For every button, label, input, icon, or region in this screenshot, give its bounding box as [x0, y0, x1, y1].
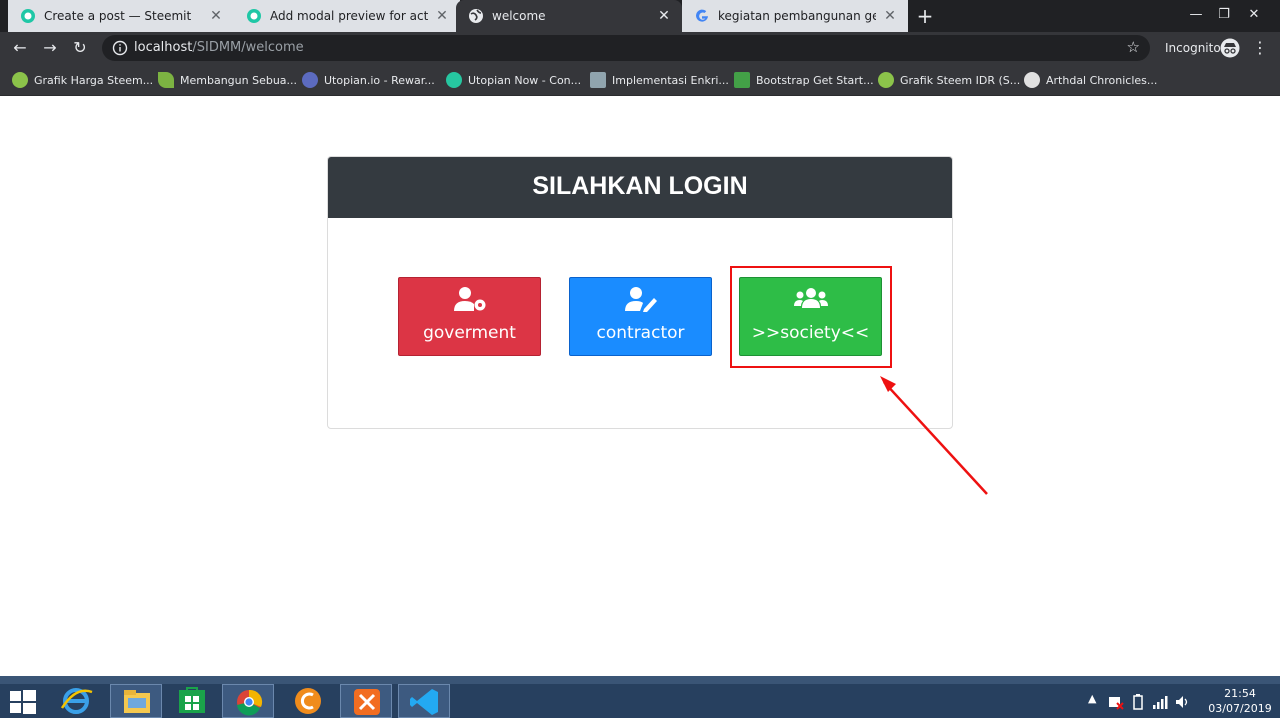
- utopian-now-icon: [446, 72, 462, 88]
- volume-icon[interactable]: [1174, 694, 1190, 710]
- taskbar-top-strip: [0, 676, 1280, 684]
- action-center-icon[interactable]: [1108, 694, 1124, 710]
- signal-icon[interactable]: [1152, 694, 1168, 710]
- contractor-login-button[interactable]: contractor: [569, 277, 712, 356]
- url-text: localhost/SIDMM/welcome: [134, 40, 304, 55]
- forward-arrow-icon[interactable]: →: [38, 36, 62, 60]
- address-bar[interactable]: localhost/SIDMM/welcome ☆: [102, 35, 1150, 61]
- bookmark-label: Grafik Harga Steem...: [34, 73, 154, 87]
- coin-app-icon[interactable]: [282, 684, 334, 718]
- page-content: SILAHKAN LOGIN goverment contractor >>so…: [0, 96, 1280, 676]
- bookmark-label: Utopian.io - Rewar...: [324, 73, 435, 87]
- battery-icon[interactable]: [1130, 694, 1146, 710]
- close-window-button[interactable]: ✕: [1236, 0, 1272, 32]
- tab-close-icon[interactable]: ✕: [656, 8, 672, 24]
- info-icon: [112, 40, 128, 56]
- bookmarks-bar: Grafik Harga Steem... Membangun Sebua...…: [0, 64, 1280, 96]
- xampp-icon[interactable]: [340, 684, 392, 718]
- chrome-icon[interactable]: [222, 684, 274, 718]
- tab-close-icon[interactable]: ✕: [208, 8, 224, 24]
- tray-expand-icon[interactable]: ▲: [1088, 692, 1096, 705]
- menu-dots-icon[interactable]: ⋮: [1252, 36, 1268, 60]
- new-tab-button[interactable]: +: [913, 4, 937, 28]
- tab-add-modal[interactable]: Add modal preview for activity Re ✕: [234, 0, 460, 32]
- bootstrap-icon: [734, 72, 750, 88]
- clock-time: 21:54: [1224, 687, 1256, 700]
- bookmark-icon: [878, 72, 894, 88]
- bookmark-item[interactable]: Grafik Steem IDR (S...: [878, 70, 1020, 90]
- bookmark-item[interactable]: Membangun Sebua...: [158, 70, 297, 90]
- windows-store-icon[interactable]: [166, 684, 218, 718]
- bookmark-label: Implementasi Enkri...: [612, 73, 729, 87]
- bookmark-label: Grafik Steem IDR (S...: [900, 73, 1021, 87]
- steemit-icon: [21, 9, 35, 23]
- internet-explorer-icon[interactable]: [50, 684, 102, 718]
- bookmark-item[interactable]: Utopian.io - Rewar...: [302, 70, 435, 90]
- reload-icon[interactable]: ↻: [68, 36, 92, 60]
- tab-close-icon[interactable]: ✕: [882, 8, 898, 24]
- google-icon: [696, 9, 708, 22]
- vscode-icon[interactable]: [398, 684, 450, 718]
- windows-start-icon[interactable]: [10, 690, 36, 714]
- browser-toolbar: ← → ↻ localhost/SIDMM/welcome ☆ Incognit…: [0, 32, 1280, 64]
- bookmark-item[interactable]: Grafik Harga Steem...: [12, 70, 153, 90]
- tab-create-post[interactable]: Create a post — Steemit ✕: [8, 0, 234, 32]
- tab-google-search[interactable]: kegiatan pembangunan gedung ✕: [682, 0, 908, 32]
- bookmark-label: Utopian Now - Con...: [468, 73, 582, 87]
- penguin-icon: [590, 72, 606, 88]
- bookmark-label: Bootstrap Get Start...: [756, 73, 874, 87]
- file-explorer-icon[interactable]: [110, 684, 162, 718]
- user-cog-icon: [453, 287, 485, 311]
- url-host: localhost: [134, 40, 193, 55]
- bookmark-item[interactable]: Bootstrap Get Start...: [734, 70, 874, 90]
- back-arrow-icon[interactable]: ←: [8, 36, 32, 60]
- incognito-label: Incognito: [1165, 41, 1221, 55]
- bookmark-label: Arthdal Chronicles...: [1046, 73, 1158, 87]
- tab-welcome[interactable]: welcome ✕: [456, 0, 682, 32]
- tab-title: Add modal preview for activity Re: [270, 9, 428, 23]
- login-title: SILAHKAN LOGIN: [328, 157, 952, 218]
- tab-close-icon[interactable]: ✕: [434, 8, 450, 24]
- user-edit-icon: [624, 287, 657, 312]
- bookmark-item[interactable]: Arthdal Chronicles...: [1024, 70, 1157, 90]
- steemit-icon: [247, 9, 261, 23]
- taskbar-clock[interactable]: 21:54 03/07/2019: [1204, 686, 1276, 716]
- bookmark-star-icon[interactable]: ☆: [1127, 38, 1140, 56]
- button-label: contractor: [596, 323, 685, 343]
- tab-strip: Create a post — Steemit ✕ Add modal prev…: [0, 0, 1280, 32]
- bookmark-item[interactable]: Utopian Now - Con...: [446, 70, 581, 90]
- globe-icon: [469, 9, 483, 23]
- incognito-icon[interactable]: [1220, 38, 1240, 58]
- globe-icon: [1024, 72, 1040, 88]
- bookmark-label: Membangun Sebua...: [180, 73, 298, 87]
- tab-title: Create a post — Steemit: [44, 9, 192, 23]
- annotation-highlight-box: [730, 266, 892, 368]
- tab-title: welcome: [492, 9, 546, 23]
- bookmark-icon: [12, 72, 28, 88]
- bookmark-item[interactable]: Implementasi Enkri...: [590, 70, 729, 90]
- button-label: goverment: [423, 323, 516, 343]
- url-path: /SIDMM/welcome: [192, 40, 304, 55]
- utopian-icon: [302, 72, 318, 88]
- tab-title: kegiatan pembangunan gedung: [718, 9, 876, 23]
- clock-date: 03/07/2019: [1208, 702, 1272, 715]
- leaf-icon: [158, 72, 174, 88]
- government-login-button[interactable]: goverment: [398, 277, 541, 356]
- annotation-arrow: [880, 376, 988, 495]
